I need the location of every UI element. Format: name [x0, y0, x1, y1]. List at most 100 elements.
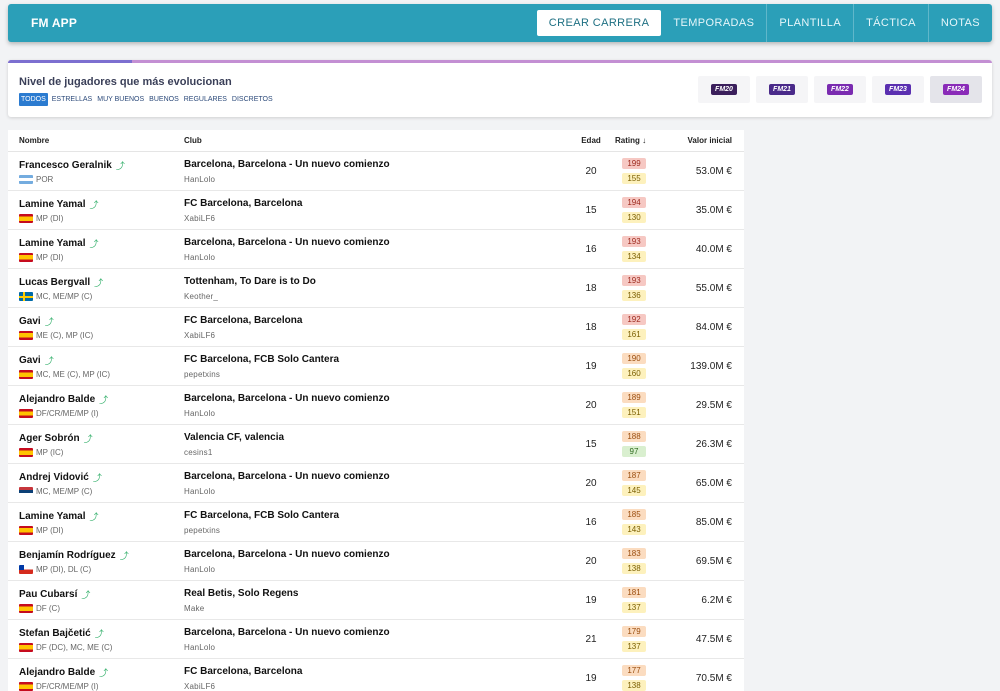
player-position-cell: MC, ME/MP (C) — [19, 487, 92, 496]
app-title[interactable]: FM APP — [31, 16, 77, 30]
filter-estrellas[interactable]: ESTRELLAS — [51, 93, 93, 106]
club-name[interactable]: Tottenham, To Dare is to Do — [184, 276, 316, 287]
nav-notas[interactable]: NOTAS — [927, 4, 992, 42]
player-age: 20 — [585, 166, 597, 177]
initial-value: 6.2M € — [701, 595, 732, 606]
table-row[interactable]: Ager Sobrón ⤴ MP (IC) Valencia CF, valencia… — [8, 425, 744, 464]
player-name[interactable]: Lamine Yamal — [19, 511, 86, 522]
rating-current: 137 — [622, 602, 646, 613]
table-row[interactable]: Gavi ⤴ MC, ME (C), MP (IC) FC Barcelona, FC… — [8, 347, 744, 386]
player-age: 20 — [585, 478, 597, 489]
club-name[interactable]: FC Barcelona, FCB Solo Cantera — [184, 510, 339, 521]
trending-up-icon: ⤴ — [94, 278, 104, 288]
player-name[interactable]: Benjamín Rodríguez — [19, 550, 116, 561]
initial-value: 55.0M € — [695, 283, 732, 294]
ar-flag-icon — [19, 175, 33, 184]
table-row[interactable]: Andrej Vidović ⤴ MC, ME/MP (C) Barcelona, B… — [8, 464, 744, 503]
table-row[interactable]: Stefan Bajčetić ⤴ DF (DC), MC, ME (C) Barce… — [8, 620, 744, 659]
rating-current: 161 — [622, 329, 646, 340]
nav-temporadas[interactable]: TEMPORADAS — [661, 4, 766, 42]
table-row[interactable]: Alejandro Balde ⤴ DF/CR/ME/MP (I) Barcelona… — [8, 386, 744, 425]
club-name[interactable]: Valencia CF, valencia — [184, 432, 284, 443]
filter-card: Nivel de jugadores que más evolucionan T… — [8, 60, 992, 117]
player-position: DF (DC), MC, ME (C) — [36, 643, 113, 652]
header-nombre[interactable]: Nombre — [19, 136, 49, 145]
trending-up-icon: ⤴ — [89, 200, 99, 210]
header-valor-inicial[interactable]: Valor inicial — [668, 136, 732, 145]
club-name[interactable]: FC Barcelona, Barcelona — [184, 315, 302, 326]
table-row[interactable]: Alejandro Balde ⤴ DF/CR/ME/MP (I) FC Barcel… — [8, 659, 744, 691]
players-table: Nombre Club Edad Rating ↓ Valor inicial … — [8, 130, 744, 691]
player-name[interactable]: Gavi — [19, 355, 41, 366]
player-position: MC, ME (C), MP (IC) — [36, 370, 111, 379]
version-fm24[interactable]: FM24 — [930, 76, 982, 103]
club-name[interactable]: Barcelona, Barcelona - Un nuevo comienzo — [184, 237, 390, 248]
trending-up-icon: ⤴ — [89, 239, 99, 249]
table-row[interactable]: Pau Cubarsí ⤴ DF (C) Real Betis, Solo Regen… — [8, 581, 744, 620]
club-name[interactable]: Barcelona, Barcelona - Un nuevo comienzo — [184, 549, 390, 560]
filter-buenos[interactable]: BUENOS — [148, 93, 180, 106]
version-fm22[interactable]: FM22 — [814, 76, 866, 103]
player-age: 20 — [585, 400, 597, 411]
player-name[interactable]: Pau Cubarsí — [19, 589, 77, 600]
club-name[interactable]: FC Barcelona, Barcelona — [184, 666, 302, 677]
club-name[interactable]: Barcelona, Barcelona - Un nuevo comienzo — [184, 393, 390, 404]
career-author: XabiLF6 — [184, 214, 216, 223]
club-name[interactable]: Barcelona, Barcelona - Un nuevo comienzo — [184, 627, 390, 638]
player-name[interactable]: Alejandro Balde — [19, 667, 95, 678]
header-rating[interactable]: Rating ↓ — [615, 136, 646, 145]
initial-value: 40.0M € — [695, 244, 732, 255]
player-name[interactable]: Lamine Yamal — [19, 238, 86, 249]
player-name[interactable]: Stefan Bajčetić — [19, 628, 91, 639]
player-age: 15 — [585, 205, 597, 216]
player-position: MP (DI) — [36, 253, 64, 262]
header-club[interactable]: Club — [184, 136, 202, 145]
version-label: FM22 — [827, 84, 853, 95]
nav-plantilla[interactable]: PLANTILLA — [766, 4, 853, 42]
es-flag-icon — [19, 448, 33, 457]
filter-muy-buenos[interactable]: MUY BUENOS — [96, 93, 145, 106]
player-name-cell: Francesco Geralnik ⤴ — [19, 159, 125, 172]
table-row[interactable]: Lamine Yamal ⤴ MP (DI) FC Barcelona, FCB So… — [8, 503, 744, 542]
version-fm21[interactable]: FM21 — [756, 76, 808, 103]
initial-value: 139.0M € — [690, 361, 732, 372]
player-name[interactable]: Gavi — [19, 316, 41, 327]
player-position: MP (IC) — [36, 448, 64, 457]
player-name[interactable]: Lucas Bergvall — [19, 277, 90, 288]
player-position: DF/CR/ME/MP (I) — [36, 682, 99, 691]
player-position: DF/CR/ME/MP (I) — [36, 409, 99, 418]
es-flag-icon — [19, 604, 33, 613]
rating-current: 137 — [622, 641, 646, 652]
club-name[interactable]: Real Betis, Solo Regens — [184, 588, 298, 599]
player-name[interactable]: Andrej Vidović — [19, 472, 89, 483]
level-filters: TODOS ESTRELLAS MUY BUENOS BUENOS REGULA… — [19, 93, 274, 106]
table-row[interactable]: Francesco Geralnik ⤴ POR Barcelona, Barcelo… — [8, 152, 744, 191]
table-row[interactable]: Lamine Yamal ⤴ MP (DI) FC Barcelona, Barcel… — [8, 191, 744, 230]
player-name[interactable]: Ager Sobrón — [19, 433, 80, 444]
table-row[interactable]: Lucas Bergvall ⤴ MC, ME/MP (C) Tottenham, T… — [8, 269, 744, 308]
club-name[interactable]: FC Barcelona, Barcelona — [184, 198, 302, 209]
game-version-selector: FM20 FM21 FM22 FM23 FM24 — [698, 76, 982, 103]
nav-tactica[interactable]: TÁCTICA — [853, 4, 928, 42]
club-name[interactable]: FC Barcelona, FCB Solo Cantera — [184, 354, 339, 365]
rs-flag-icon — [19, 487, 33, 496]
filter-regulares[interactable]: REGULARES — [183, 93, 228, 106]
table-row[interactable]: Lamine Yamal ⤴ MP (DI) Barcelona, Barcelona… — [8, 230, 744, 269]
club-name[interactable]: Barcelona, Barcelona - Un nuevo comienzo — [184, 471, 390, 482]
table-row[interactable]: Benjamín Rodríguez ⤴ MP (DI), DL (C) Barcel… — [8, 542, 744, 581]
club-name[interactable]: Barcelona, Barcelona - Un nuevo comienzo — [184, 159, 390, 170]
player-position: MC, ME/MP (C) — [36, 292, 93, 301]
rating-current: 151 — [622, 407, 646, 418]
header-edad[interactable]: Edad — [576, 136, 606, 145]
player-age: 18 — [585, 322, 597, 333]
version-fm20[interactable]: FM20 — [698, 76, 750, 103]
filter-todos[interactable]: TODOS — [19, 93, 48, 106]
version-fm23[interactable]: FM23 — [872, 76, 924, 103]
player-name[interactable]: Alejandro Balde — [19, 394, 95, 405]
nav-crear-carrera[interactable]: CREAR CARRERA — [536, 10, 662, 36]
player-name[interactable]: Lamine Yamal — [19, 199, 86, 210]
rating-current: 145 — [622, 485, 646, 496]
table-row[interactable]: Gavi ⤴ ME (C), MP (IC) FC Barcelona, Barcel… — [8, 308, 744, 347]
player-name[interactable]: Francesco Geralnik — [19, 160, 112, 171]
filter-discretos[interactable]: DISCRETOS — [231, 93, 274, 106]
